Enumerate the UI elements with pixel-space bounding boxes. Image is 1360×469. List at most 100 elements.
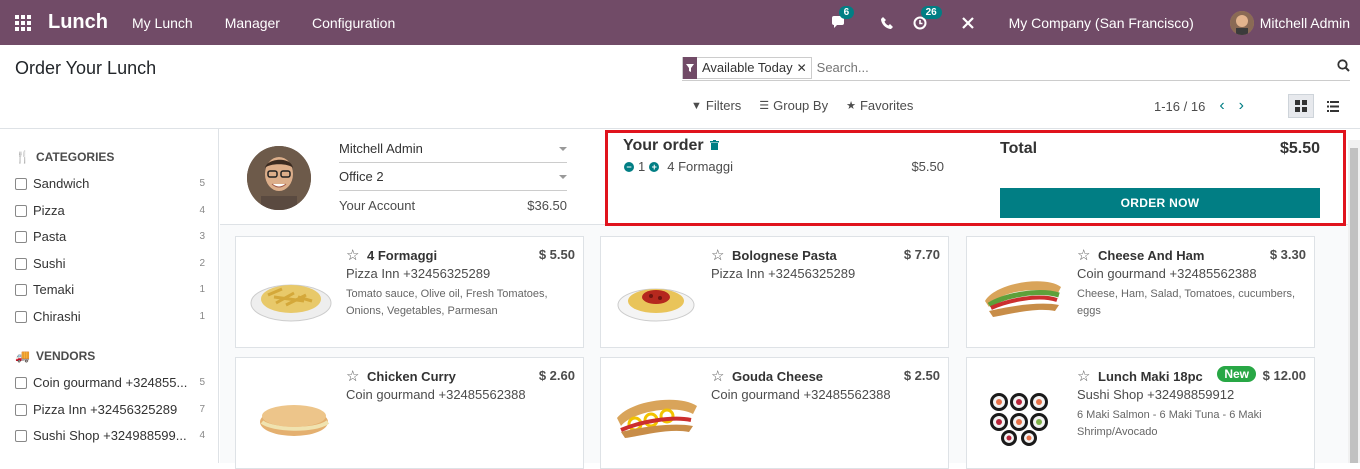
favorite-star-icon[interactable]: ☆ — [711, 367, 724, 385]
favorite-star-icon[interactable]: ☆ — [1077, 367, 1090, 385]
page-title: Order Your Lunch — [15, 58, 157, 78]
vendor-pizza-inn[interactable]: Pizza Inn +32456325289 7 — [15, 402, 205, 417]
filter-icon — [683, 56, 697, 79]
category-label: Pasta — [33, 229, 67, 244]
product-card[interactable]: ☆ Cheese And Ham $ 3.30 Coin gourmand +3… — [966, 236, 1315, 348]
favorites-label: Favorites — [859, 98, 914, 113]
favorite-star-icon[interactable]: ☆ — [1077, 246, 1090, 264]
category-sushi[interactable]: Sushi 2 — [15, 256, 205, 271]
vendor-label: Sushi Shop +324988599... — [33, 428, 187, 443]
account-balance: Your Account $36.50 — [339, 198, 567, 213]
checkbox[interactable] — [15, 230, 27, 243]
categories-title: CATEGORIES — [35, 150, 115, 164]
category-label: Pizza — [33, 203, 65, 218]
user-menu[interactable]: Mitchell Admin — [1260, 15, 1350, 31]
caret-down-icon — [559, 175, 567, 179]
product-price: $ 2.60 — [538, 368, 575, 383]
checkbox[interactable] — [15, 177, 27, 190]
user-select[interactable]: Mitchell Admin — [339, 141, 567, 163]
kanban-view-icon[interactable] — [1288, 94, 1314, 118]
favorites-button[interactable]: ★ Favorites — [846, 98, 913, 113]
category-count: 2 — [199, 258, 205, 269]
menu-configuration[interactable]: Configuration — [312, 15, 395, 31]
filter-icon: ▼ — [691, 99, 702, 112]
search-facet[interactable]: Available Today ✕ — [682, 56, 812, 79]
vendors-title: VENDORS — [35, 349, 96, 363]
phone-icon[interactable] — [880, 16, 893, 29]
product-image — [246, 261, 336, 327]
favorite-star-icon[interactable]: ☆ — [346, 246, 359, 264]
debug-tools-icon[interactable] — [961, 16, 975, 30]
checkbox[interactable] — [15, 283, 27, 296]
group-by-label: Group By — [773, 98, 829, 113]
search-input[interactable] — [816, 60, 1317, 75]
location-select[interactable]: Office 2 — [339, 169, 567, 191]
checkbox[interactable] — [15, 204, 27, 217]
favorite-star-icon[interactable]: ☆ — [346, 367, 359, 385]
top-navbar: Lunch My Lunch Manager Configuration 6 2… — [0, 0, 1360, 45]
category-count: 1 — [199, 311, 205, 322]
company-switcher[interactable]: My Company (San Francisco) — [1009, 15, 1194, 31]
product-vendor: Coin gourmand +32485562388 — [711, 387, 891, 402]
product-card[interactable]: ☆ Lunch Maki 18pc New $ 12.00 Sushi Shop… — [966, 357, 1315, 469]
vendor-count: 4 — [199, 430, 205, 441]
checkbox[interactable] — [15, 310, 27, 323]
pager-previous-icon[interactable]: ‹ — [1219, 97, 1224, 115]
product-price: $ 7.70 — [903, 247, 940, 262]
star-icon: ★ — [846, 100, 856, 112]
categories-section-title: 🍴 CATEGORIES — [15, 150, 114, 164]
product-card[interactable]: ☆ Bolognese Pasta $ 7.70 Pizza Inn +3245… — [600, 236, 949, 348]
group-by-button[interactable]: ☰ Group By — [759, 98, 828, 113]
category-sandwich[interactable]: Sandwich 5 — [15, 176, 205, 191]
menu-my-lunch[interactable]: My Lunch — [132, 15, 193, 31]
chat-count-badge: 6 — [838, 5, 855, 19]
facet-remove-icon[interactable]: ✕ — [797, 61, 811, 75]
list-view-icon[interactable] — [1320, 94, 1346, 118]
app-name[interactable]: Lunch — [48, 11, 108, 34]
filters-button[interactable]: ▼ Filters — [691, 98, 741, 113]
product-card[interactable]: ☆ 4 Formaggi $ 5.50 Pizza Inn +324563252… — [235, 236, 584, 348]
pager-value[interactable]: 1-16 / 16 — [1154, 99, 1205, 114]
vendor-count: 7 — [199, 404, 205, 415]
pager-next-icon[interactable]: › — [1239, 97, 1244, 115]
checkbox[interactable] — [15, 376, 27, 389]
category-pasta[interactable]: Pasta 3 — [15, 229, 205, 244]
search-bar: Available Today ✕ — [682, 55, 1350, 81]
category-temaki[interactable]: Temaki 1 — [15, 282, 205, 297]
favorite-star-icon[interactable]: ☆ — [711, 246, 724, 264]
category-count: 3 — [199, 231, 205, 242]
activity-clock-icon[interactable]: 26 — [913, 5, 942, 30]
pager: 1-16 / 16 ‹ › — [1154, 97, 1244, 115]
scrollbar[interactable] — [1348, 140, 1360, 463]
location-select-value: Office 2 — [339, 169, 384, 184]
account-value: $36.50 — [527, 198, 567, 213]
view-switcher — [1288, 94, 1346, 118]
search-icon[interactable] — [1337, 59, 1350, 75]
vendor-sushi-shop[interactable]: Sushi Shop +324988599... 4 — [15, 428, 205, 443]
checkbox[interactable] — [15, 429, 27, 442]
category-chirashi[interactable]: Chirashi 1 — [15, 309, 205, 324]
category-count: 1 — [199, 284, 205, 295]
category-label: Sushi — [33, 256, 66, 271]
checkbox[interactable] — [15, 403, 27, 416]
menu-manager[interactable]: Manager — [225, 15, 280, 31]
product-name: Gouda Cheese — [732, 369, 824, 384]
chat-icon[interactable]: 6 — [831, 5, 855, 30]
product-card[interactable]: ☆ Chicken Curry $ 2.60 Coin gourmand +32… — [235, 357, 584, 469]
category-pizza[interactable]: Pizza 4 — [15, 203, 205, 218]
product-card[interactable]: ☆ Gouda Cheese $ 2.50 Coin gourmand +324… — [600, 357, 949, 469]
user-avatar[interactable] — [1229, 10, 1254, 35]
scrollbar-thumb[interactable] — [1350, 148, 1358, 463]
product-vendor: Coin gourmand +32485562388 — [346, 387, 526, 402]
product-vendor: Pizza Inn +32456325289 — [711, 266, 856, 281]
product-name: 4 Formaggi — [367, 248, 438, 263]
product-name: Bolognese Pasta — [732, 248, 837, 263]
app-menu-icon[interactable] — [0, 0, 46, 45]
product-name: Lunch Maki 18pc — [1098, 369, 1203, 384]
checkbox[interactable] — [15, 257, 27, 270]
category-label: Chirashi — [33, 309, 81, 324]
vendor-count: 5 — [199, 377, 205, 388]
category-count: 5 — [199, 178, 205, 189]
vendor-coin-gourmand[interactable]: Coin gourmand +324855... 5 — [15, 375, 205, 390]
new-badge: New — [1217, 366, 1256, 382]
